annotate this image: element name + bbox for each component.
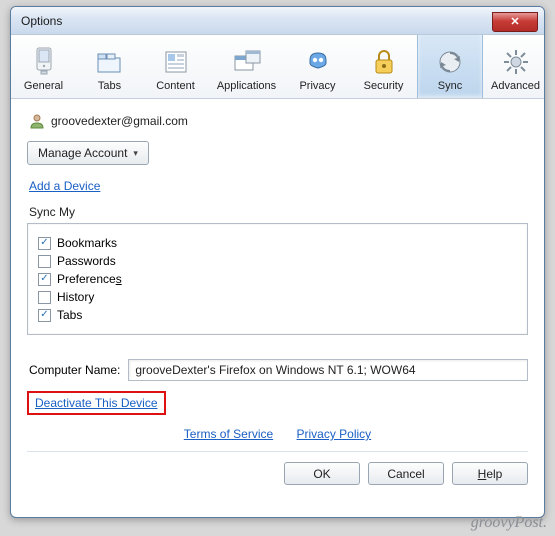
- sync-item-passwords: Passwords: [38, 254, 517, 268]
- tab-tabs[interactable]: Tabs: [77, 35, 143, 98]
- tab-privacy[interactable]: Privacy: [285, 35, 351, 98]
- sync-item-label: Bookmarks: [57, 236, 117, 250]
- dialog-button-row: OK Cancel Help: [27, 451, 528, 485]
- cancel-button[interactable]: Cancel: [368, 462, 444, 485]
- computer-name-label: Computer Name:: [29, 363, 120, 377]
- add-device-link[interactable]: Add a Device: [29, 179, 100, 193]
- options-window: Options ✕ General Tabs Content Applicati…: [10, 6, 545, 518]
- deactivate-device-link[interactable]: Deactivate This Device: [35, 396, 158, 410]
- user-icon: [29, 113, 45, 129]
- tab-content[interactable]: Content: [143, 35, 209, 98]
- checkbox-bookmarks[interactable]: [38, 237, 51, 250]
- tab-label: Applications: [217, 80, 276, 92]
- tabs-icon: [95, 48, 125, 76]
- tab-label: Tabs: [98, 80, 121, 92]
- tab-label: Privacy: [299, 80, 335, 92]
- titlebar: Options ✕: [11, 7, 544, 35]
- terms-of-service-link[interactable]: Terms of Service: [184, 427, 273, 441]
- tab-label: General: [24, 80, 63, 92]
- content-icon: [162, 48, 190, 76]
- tab-applications[interactable]: Applications: [209, 35, 285, 98]
- manage-account-button[interactable]: Manage Account ▾: [27, 141, 149, 165]
- ok-button[interactable]: OK: [284, 462, 360, 485]
- sync-my-label: Sync My: [29, 205, 528, 219]
- tab-label: Security: [364, 80, 404, 92]
- tab-label: Content: [156, 80, 195, 92]
- tab-label: Advanced: [491, 80, 540, 92]
- watermark: groovyPost.: [471, 514, 547, 532]
- sync-item-label: Passwords: [57, 254, 116, 268]
- manage-account-label: Manage Account: [38, 146, 127, 160]
- sync-item-history: History: [38, 290, 517, 304]
- tab-advanced[interactable]: Advanced: [483, 35, 545, 98]
- sync-panel: groovedexter@gmail.com Manage Account ▾ …: [11, 99, 544, 495]
- sync-icon: [436, 48, 464, 76]
- chevron-down-icon: ▾: [133, 148, 138, 159]
- computer-name-input[interactable]: [128, 359, 528, 381]
- sync-item-preferences: Preferences: [38, 272, 517, 286]
- close-icon: ✕: [510, 15, 519, 28]
- tab-sync[interactable]: Sync: [417, 35, 483, 98]
- advanced-icon: [502, 48, 530, 76]
- tab-security[interactable]: Security: [351, 35, 417, 98]
- window-title: Options: [21, 14, 62, 28]
- checkbox-tabs[interactable]: [38, 309, 51, 322]
- general-icon: [30, 46, 58, 76]
- deactivate-highlight: Deactivate This Device: [27, 391, 166, 415]
- account-email: groovedexter@gmail.com: [51, 114, 188, 128]
- privacy-policy-link[interactable]: Privacy Policy: [297, 427, 372, 441]
- sync-item-label: Preferences: [57, 272, 122, 286]
- sync-item-label: History: [57, 290, 94, 304]
- sync-item-label: Tabs: [57, 308, 82, 322]
- applications-icon: [232, 48, 262, 76]
- footer-links: Terms of Service Privacy Policy: [27, 427, 528, 441]
- tab-strip: General Tabs Content Applications Privac…: [11, 35, 544, 99]
- checkbox-history[interactable]: [38, 291, 51, 304]
- tab-label: Sync: [438, 80, 462, 92]
- checkbox-passwords[interactable]: [38, 255, 51, 268]
- tab-general[interactable]: General: [11, 35, 77, 98]
- close-button[interactable]: ✕: [492, 12, 538, 32]
- sync-item-tabs: Tabs: [38, 308, 517, 322]
- computer-name-row: Computer Name:: [29, 359, 528, 381]
- help-button[interactable]: Help: [452, 462, 528, 485]
- account-line: groovedexter@gmail.com: [29, 113, 528, 129]
- security-icon: [372, 48, 396, 76]
- privacy-icon: [304, 48, 332, 76]
- sync-items-box: Bookmarks Passwords Preferences History …: [27, 223, 528, 335]
- checkbox-preferences[interactable]: [38, 273, 51, 286]
- sync-item-bookmarks: Bookmarks: [38, 236, 517, 250]
